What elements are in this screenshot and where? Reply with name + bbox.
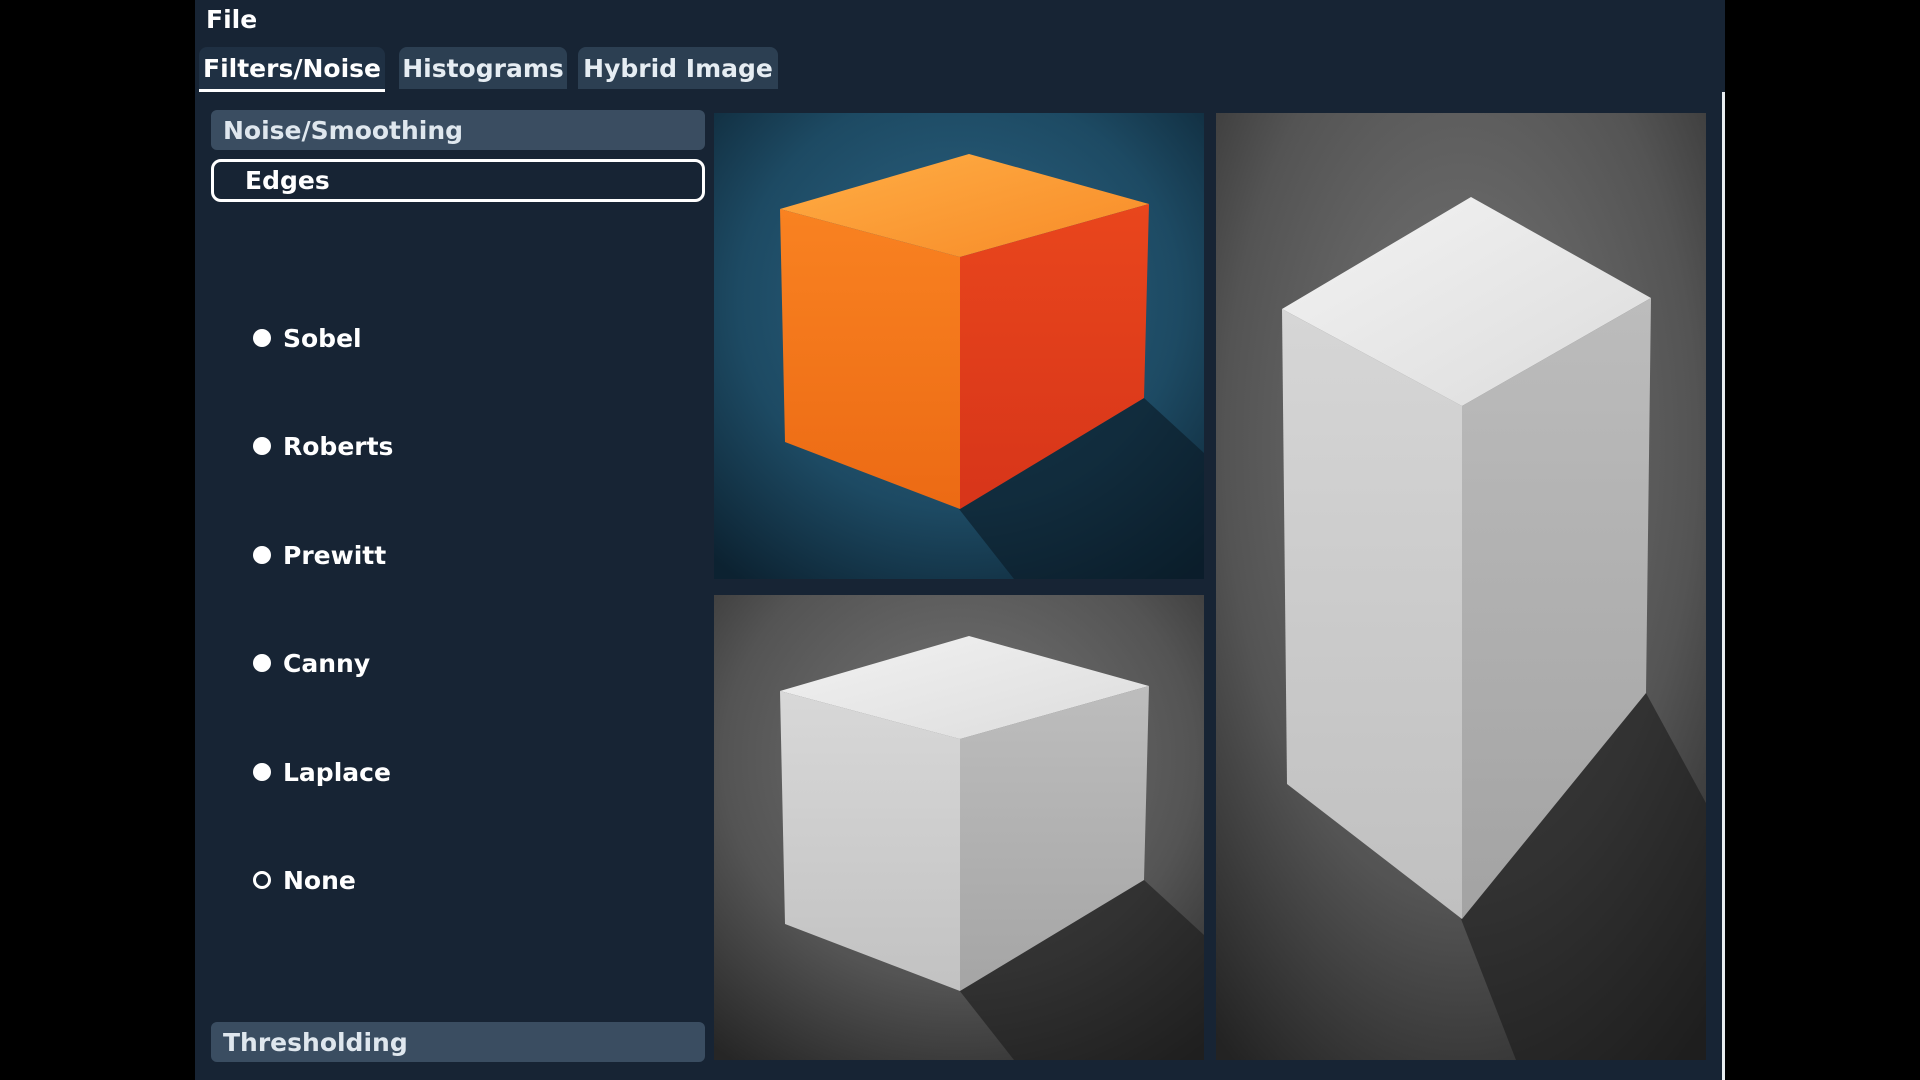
- radio-canny[interactable]: Canny: [253, 643, 370, 683]
- tab-histograms[interactable]: Histograms: [399, 47, 567, 89]
- radio-prewitt[interactable]: Prewitt: [253, 535, 386, 575]
- tab-hybrid-image[interactable]: Hybrid Image: [578, 47, 778, 89]
- radio-none[interactable]: None: [253, 860, 356, 900]
- radio-sobel-indicator: [253, 329, 271, 347]
- tab-filters-noise[interactable]: Filters/Noise: [199, 47, 385, 92]
- radio-roberts[interactable]: Roberts: [253, 426, 393, 466]
- grayscale-image: [714, 595, 1204, 1060]
- panel-border: [1722, 92, 1725, 1080]
- radio-none-indicator: [253, 871, 271, 889]
- app-window: File Filters/Noise Histograms Hybrid Ima…: [195, 0, 1725, 1080]
- radio-sobel-label: Sobel: [283, 323, 362, 353]
- radio-roberts-label: Roberts: [283, 431, 394, 461]
- radio-laplace-indicator: [253, 763, 271, 781]
- edges-header[interactable]: Edges: [211, 159, 705, 202]
- original-image: [714, 113, 1204, 579]
- radio-prewitt-label: Prewitt: [283, 540, 387, 570]
- radio-canny-label: Canny: [283, 648, 371, 678]
- noise-smoothing-header[interactable]: Noise/Smoothing: [211, 110, 705, 150]
- radio-roberts-indicator: [253, 437, 271, 455]
- menu-bar: File: [195, 0, 1725, 40]
- radio-sobel[interactable]: Sobel: [253, 318, 362, 358]
- radio-canny-indicator: [253, 654, 271, 672]
- file-menu[interactable]: File: [206, 5, 257, 34]
- radio-none-label: None: [283, 865, 356, 895]
- radio-laplace-label: Laplace: [283, 757, 391, 787]
- output-image: [1216, 113, 1706, 1060]
- radio-prewitt-indicator: [253, 546, 271, 564]
- radio-laplace[interactable]: Laplace: [253, 752, 391, 792]
- thresholding-header[interactable]: Thresholding: [211, 1022, 705, 1062]
